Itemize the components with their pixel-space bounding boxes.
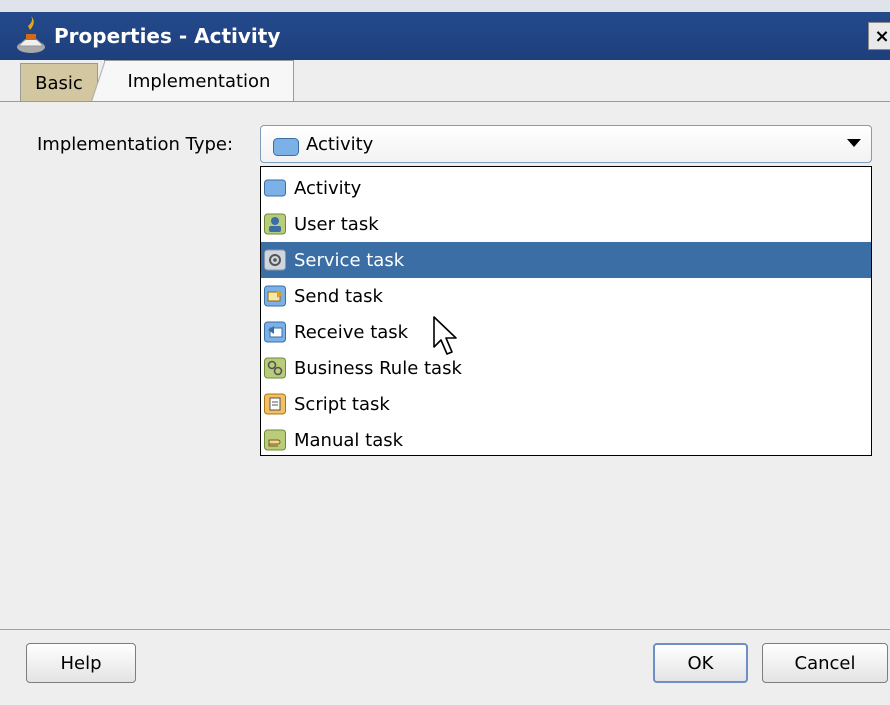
implementation-type-label: Implementation Type: bbox=[37, 134, 234, 155]
manual-task-icon bbox=[264, 429, 286, 451]
window-title: Properties - Activity bbox=[54, 24, 281, 48]
activity-icon bbox=[264, 179, 286, 197]
option-label: Receive task bbox=[294, 321, 409, 343]
service-task-icon bbox=[264, 249, 286, 271]
app-icon bbox=[17, 16, 45, 53]
dialog-body: Basic Implementation Implementation Type… bbox=[0, 60, 890, 705]
option-script-task[interactable]: Script task bbox=[261, 386, 871, 422]
implementation-type-value: Activity bbox=[306, 134, 374, 155]
footer-separator bbox=[0, 629, 890, 630]
tab-divider bbox=[0, 101, 890, 102]
chevron-down-icon[interactable] bbox=[847, 139, 861, 147]
help-button[interactable]: Help bbox=[26, 643, 136, 683]
user-task-icon bbox=[264, 213, 286, 235]
cancel-button[interactable]: Cancel bbox=[762, 643, 888, 683]
ok-button[interactable]: OK bbox=[653, 643, 748, 683]
receive-task-icon bbox=[264, 321, 286, 343]
tab-strip: Basic Implementation bbox=[0, 60, 890, 102]
tab-basic-label: Basic bbox=[35, 72, 83, 94]
option-send-task[interactable]: Send task bbox=[261, 278, 871, 314]
option-label: User task bbox=[294, 213, 379, 235]
option-label: Manual task bbox=[294, 429, 404, 451]
option-business-rule-task[interactable]: Business Rule task bbox=[261, 350, 871, 386]
background-window-strip bbox=[0, 0, 890, 12]
option-label: Script task bbox=[294, 393, 390, 415]
tab-implementation[interactable]: Implementation bbox=[91, 60, 294, 102]
option-label: Send task bbox=[294, 285, 383, 307]
implementation-type-dropdown: Activity User task Service task Send tas… bbox=[260, 166, 872, 456]
option-label: Business Rule task bbox=[294, 357, 462, 379]
implementation-type-select[interactable]: Activity bbox=[260, 125, 872, 163]
ok-button-label: OK bbox=[687, 652, 714, 674]
activity-icon bbox=[273, 138, 299, 156]
business-rule-task-icon bbox=[264, 357, 286, 379]
option-user-task[interactable]: User task bbox=[261, 206, 871, 242]
help-button-label: Help bbox=[60, 652, 102, 674]
option-label: Activity bbox=[294, 177, 362, 199]
option-label: Service task bbox=[294, 249, 405, 271]
option-service-task[interactable]: Service task bbox=[261, 242, 871, 278]
close-icon: × bbox=[874, 25, 890, 47]
send-task-icon bbox=[264, 285, 286, 307]
title-bar[interactable]: Properties - Activity × bbox=[0, 12, 890, 60]
tab-basic[interactable]: Basic bbox=[20, 63, 98, 102]
option-receive-task[interactable]: Receive task bbox=[261, 314, 871, 350]
option-activity[interactable]: Activity bbox=[261, 170, 871, 206]
script-task-icon bbox=[264, 393, 286, 415]
cancel-button-label: Cancel bbox=[794, 652, 856, 674]
tab-implementation-label: Implementation bbox=[127, 71, 271, 92]
close-button[interactable]: × bbox=[868, 22, 890, 50]
option-manual-task[interactable]: Manual task bbox=[261, 422, 871, 458]
mouse-pointer-icon bbox=[433, 316, 457, 355]
